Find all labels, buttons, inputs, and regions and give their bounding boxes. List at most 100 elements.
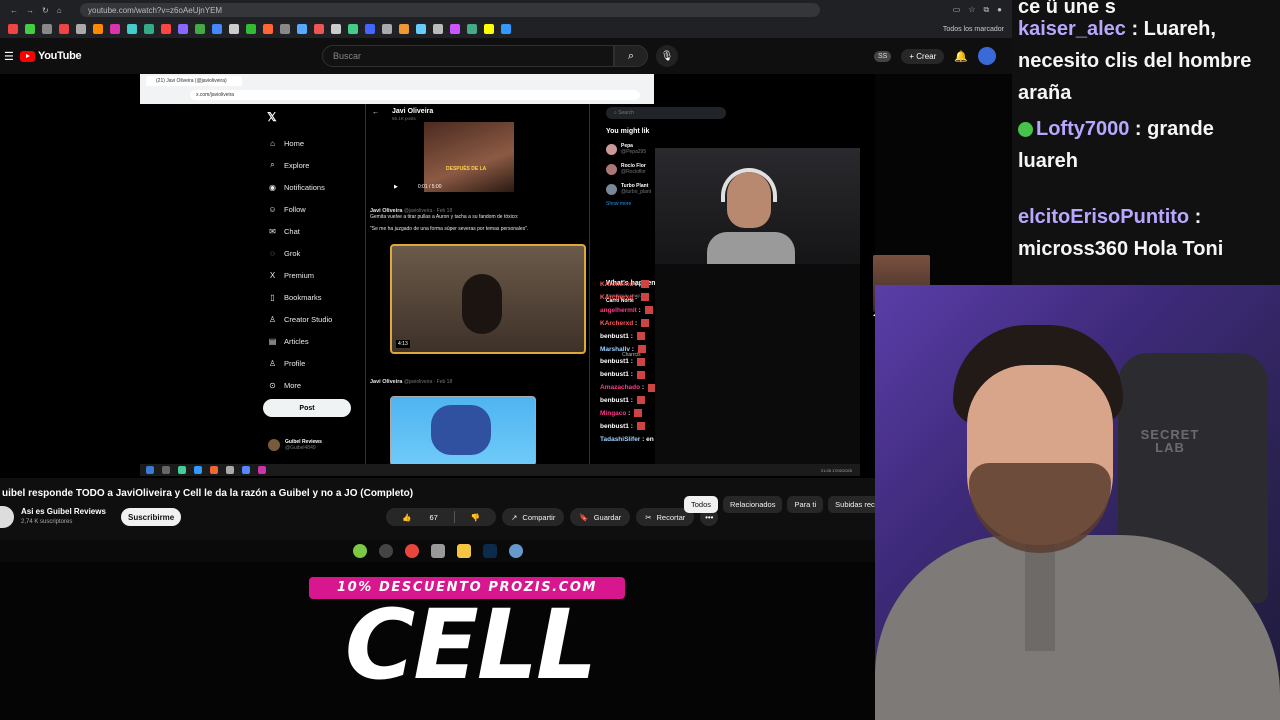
bookmark-icon[interactable] <box>93 24 103 34</box>
app-icon[interactable] <box>352 544 367 558</box>
bookmark-icon[interactable] <box>416 24 426 34</box>
bell-icon[interactable]: 🔔 <box>954 50 968 63</box>
avatar <box>268 439 280 451</box>
home-icon[interactable]: ⌂ <box>57 6 62 15</box>
bookmark-icon[interactable] <box>433 24 443 34</box>
app-icon[interactable] <box>430 544 445 558</box>
extensions-icon[interactable]: ⧉ <box>983 5 989 15</box>
dislike-button[interactable]: 👎 <box>455 513 496 522</box>
x-sidebar: ⌂ Home ⌕ Explore ◉ Notifications ☺ Follow ✉ Chat ◌… <box>268 132 332 396</box>
reload-icon[interactable]: ↻ <box>42 6 49 15</box>
bookmark-icon[interactable] <box>467 24 477 34</box>
app-icon[interactable] <box>508 544 523 558</box>
save-button[interactable]: 🔖 Guardar <box>570 508 631 526</box>
bookmark-icon[interactable] <box>59 24 69 34</box>
video-player[interactable]: (21) Javi Oliveira (@javioliveira) x.com… <box>0 74 875 478</box>
bookmark-icon[interactable] <box>25 24 35 34</box>
channel-avatar[interactable] <box>0 506 14 528</box>
suggestion-handle: @turbo_plant <box>621 189 652 195</box>
bookmark-icon[interactable] <box>161 24 171 34</box>
chat-separator: : <box>628 371 635 379</box>
channel-name[interactable]: Asi es Guibel Reviews <box>21 507 106 516</box>
bookmark-icon[interactable] <box>280 24 290 34</box>
like-button[interactable]: 👍 67 <box>386 513 454 522</box>
tweet-video: 4:13 <box>390 244 586 354</box>
chat-emote <box>636 422 645 431</box>
x-nav-item: ♙ Creator Studio <box>268 308 332 330</box>
bookmark-icon[interactable] <box>212 24 222 34</box>
chat-emote <box>641 319 650 327</box>
filter-chip[interactable]: Relacionados <box>723 496 783 513</box>
app-icon[interactable] <box>378 544 393 558</box>
address-bar[interactable]: youtube.com/watch?v=z6oAeUjnYEM <box>80 3 820 17</box>
share-label: Compartir <box>522 512 556 522</box>
bookmark-icon[interactable] <box>76 24 86 34</box>
bookmark-icon[interactable] <box>314 24 324 34</box>
filter-chip[interactable]: Para ti <box>787 496 824 513</box>
chat-username: TadashiSlifer <box>600 435 641 443</box>
x-nav-label: More <box>284 380 302 390</box>
ss-badge[interactable]: SS <box>874 50 892 62</box>
more-icon: ⊙ <box>269 380 276 390</box>
search-input[interactable]: Buscar <box>322 45 614 67</box>
x-nav-label: Creator Studio <box>284 314 333 324</box>
bookmark-icon[interactable] <box>127 24 137 34</box>
chat-username: benbust1 <box>600 422 629 430</box>
suggestion-text: Rocío Flor @Rocioflor <box>621 163 646 175</box>
bookmark-icon[interactable] <box>8 24 18 34</box>
chat-username: elcitoErisoPuntito <box>1018 206 1190 228</box>
like-count: 67 <box>429 512 438 522</box>
stream-chat-row: kaiser_alec : Luareh, <box>1018 18 1216 41</box>
bookmark-icon[interactable] <box>246 24 256 34</box>
star-icon[interactable]: ☆ <box>968 5 975 15</box>
bookmark-icon[interactable] <box>399 24 409 34</box>
chat-message: araña <box>1018 82 1072 104</box>
x-nav-label: Home <box>284 138 305 148</box>
bookmark-icon[interactable] <box>365 24 375 34</box>
bookmark-icon[interactable] <box>331 24 341 34</box>
overlay-chat-note: Charrcis <box>622 352 641 358</box>
chat-username: angelhermit <box>600 306 637 314</box>
premium-icon: X <box>269 270 276 280</box>
all-bookmarks[interactable]: Todos los marcador <box>943 26 1012 33</box>
bookmark-icon[interactable] <box>501 24 511 34</box>
share-button[interactable]: ↗ Compartir <box>502 508 565 526</box>
folder-icon[interactable] <box>456 544 471 558</box>
youtube-logo[interactable]: YouTube <box>20 50 82 62</box>
chrome-icon[interactable] <box>404 544 419 558</box>
mic-icon[interactable]: 🎙 <box>656 45 678 67</box>
bookmark-icon[interactable] <box>263 24 273 34</box>
forward-icon[interactable]: → <box>26 6 34 15</box>
bookmark-icon[interactable] <box>195 24 205 34</box>
subscribe-button[interactable]: Suscribirme <box>121 508 182 526</box>
bookmark-icon[interactable] <box>450 24 460 34</box>
feed-title: Javi Oliveira <box>392 108 434 115</box>
chat-username: KArcherxd <box>600 281 634 288</box>
avatar <box>606 183 617 195</box>
bookmark-icon[interactable] <box>297 24 307 34</box>
cast-icon[interactable]: ▭ <box>953 5 961 15</box>
bookmark-icon[interactable] <box>110 24 120 34</box>
suggestion-handle: @Rocioflor <box>621 169 646 175</box>
chat-username: KArcherxd <box>600 319 634 327</box>
create-button[interactable]: + Crear <box>901 48 945 64</box>
bookmark-icon[interactable] <box>178 24 188 34</box>
menu-icon[interactable]: ☰ <box>0 50 20 63</box>
search-icon[interactable]: ⌕ <box>614 45 648 67</box>
filter-chip[interactable]: Todos <box>684 496 719 513</box>
youtube-logo-text: YouTube <box>38 50 82 62</box>
bookmark-icon[interactable] <box>42 24 52 34</box>
x-nav-item: ⊙ More <box>268 374 332 396</box>
avatar[interactable] <box>977 47 996 65</box>
bookmark-icon[interactable] <box>144 24 154 34</box>
bookmark-icon[interactable] <box>382 24 392 34</box>
bookmark-icon[interactable] <box>484 24 494 34</box>
photoshop-icon[interactable] <box>482 544 497 558</box>
related-chips: Todos Relacionados Para ti Subidas reci <box>684 496 884 513</box>
bookmark-icon[interactable] <box>229 24 239 34</box>
profile-icon[interactable]: ● <box>997 5 1002 15</box>
creator-studio-icon: ♙ <box>268 314 277 324</box>
promo-code: CELL <box>344 589 597 701</box>
back-icon[interactable]: ← <box>10 6 18 15</box>
bookmark-icon[interactable] <box>348 24 358 34</box>
